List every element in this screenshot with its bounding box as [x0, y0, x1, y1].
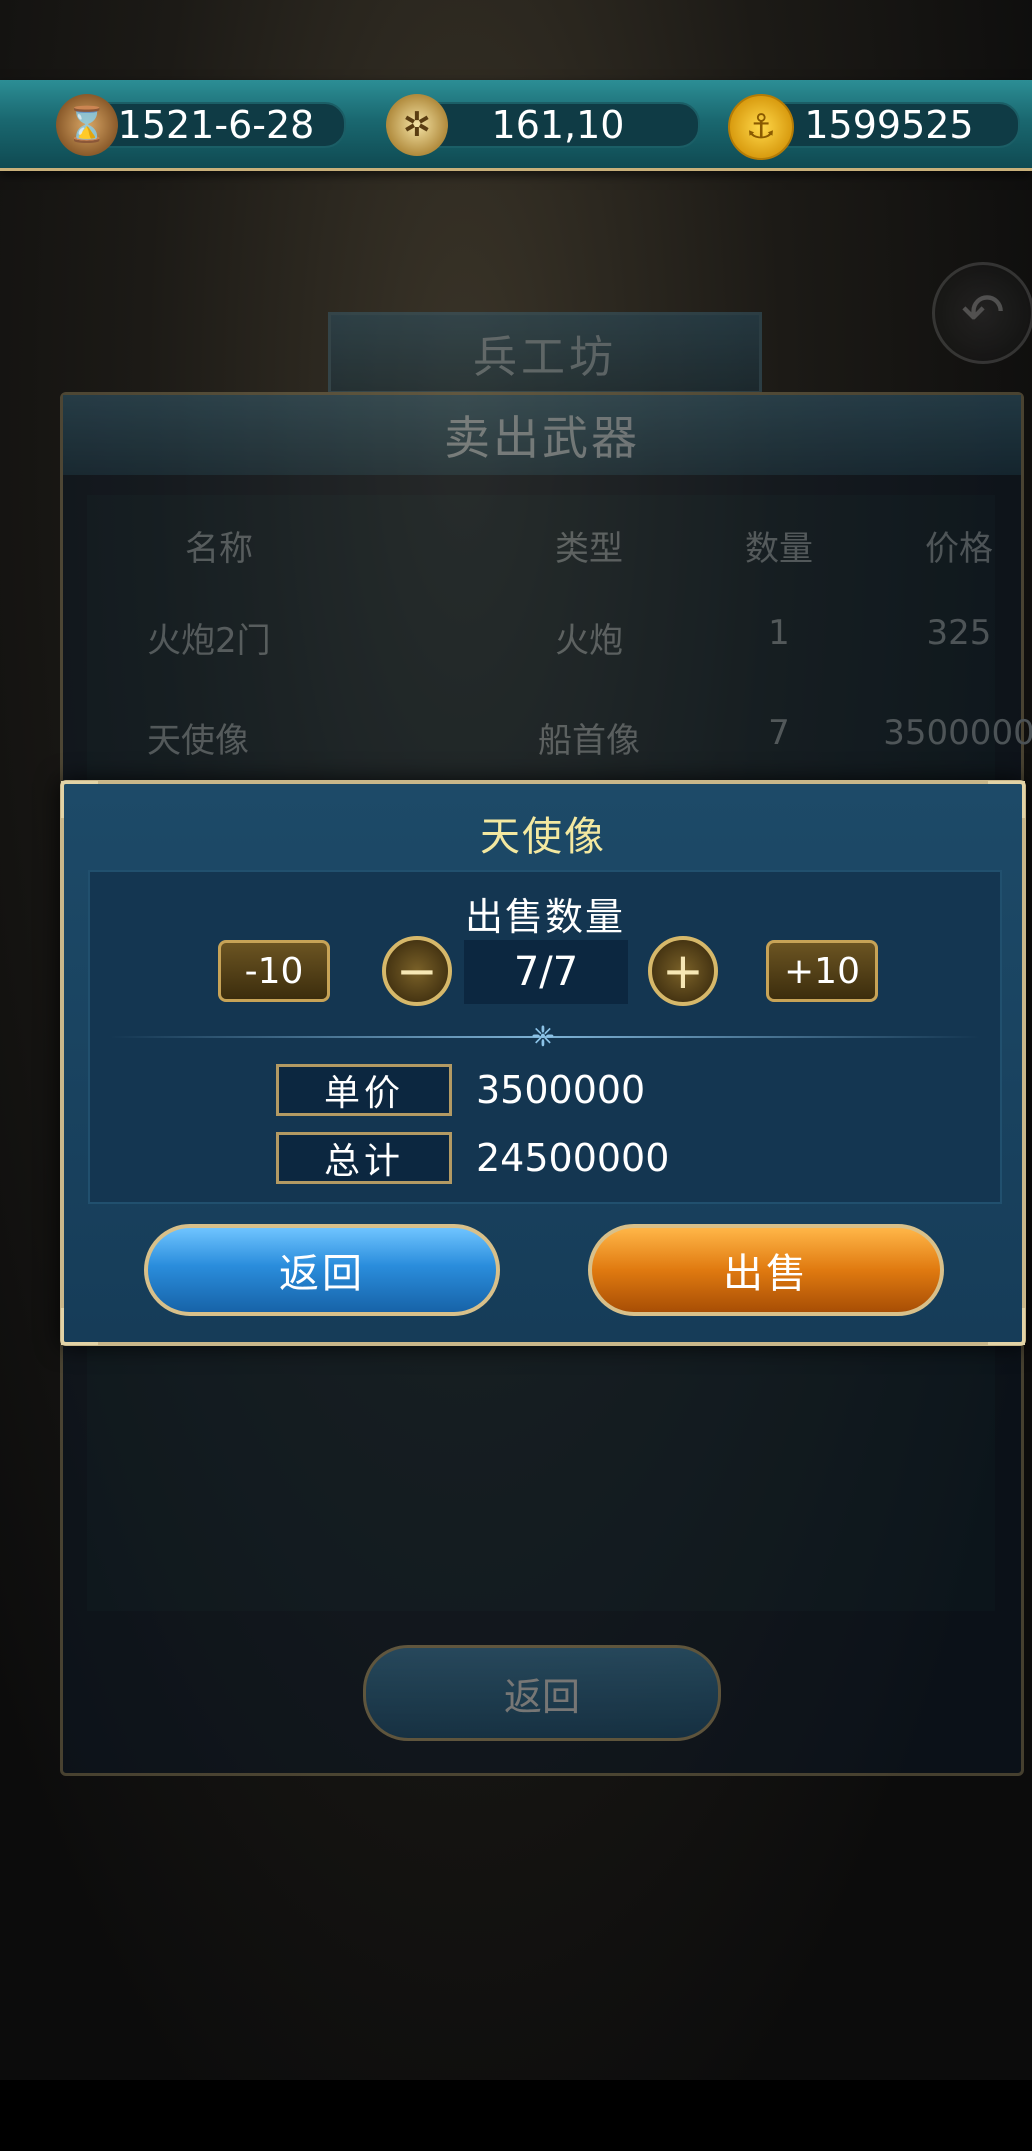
plus-icon: + [662, 942, 704, 1000]
col-qty: 数量 [745, 529, 813, 569]
coordinate-value: 161,10 [416, 102, 700, 148]
date-display: 1521-6-28 ⌛ [56, 94, 346, 156]
table-row[interactable]: 天使像 船首像 7 3500000 [87, 705, 1032, 765]
minus-button[interactable]: − [382, 936, 452, 1006]
sell-button[interactable]: 出售 [588, 1224, 944, 1316]
compass-icon: ✲ [386, 94, 448, 156]
col-type: 类型 [555, 529, 623, 569]
item-title: 天使像 [480, 814, 606, 860]
ornament-icon: ❈ [531, 1020, 555, 1053]
resource-bar: 1521-6-28 ⌛ 161,10 ✲ 1599525 ⚓ [0, 80, 1032, 171]
hourglass-icon: ⌛ [56, 94, 118, 156]
unit-price-value: 3500000 [476, 1068, 646, 1112]
workshop-tag: 兵工坊 [328, 312, 762, 394]
plus-ten-button[interactable]: +10 [766, 940, 878, 1002]
minus-ten-button[interactable]: -10 [218, 940, 330, 1002]
row-name: 火炮2门 [147, 621, 271, 661]
row-type: 船首像 [538, 721, 640, 761]
unit-price-label: 单价 [276, 1064, 452, 1116]
panel-return-button[interactable]: 返回 [363, 1645, 721, 1741]
back-arrow-icon[interactable]: ↶ [932, 262, 1032, 364]
row-name: 天使像 [147, 721, 249, 761]
total-value: 24500000 [476, 1136, 670, 1180]
system-nav-bar [0, 2080, 1032, 2151]
plus-button[interactable]: + [648, 936, 718, 1006]
corner-ornament [61, 1308, 98, 1345]
corner-ornament [988, 1308, 1025, 1345]
gold-display: 1599525 ⚓ [728, 94, 1020, 160]
row-price: 325 [926, 613, 992, 653]
sell-quantity-label: 出售数量 [464, 895, 625, 939]
minus-icon: − [396, 942, 438, 1000]
table-row[interactable]: 火炮2门 火炮 1 325 [87, 605, 995, 665]
game-scene: 1521-6-28 ⌛ 161,10 ✲ 1599525 ⚓ 兵工坊 ↶ 卖出武… [0, 0, 1032, 2080]
anchor-coin-icon: ⚓ [728, 94, 794, 160]
col-name: 名称 [185, 529, 253, 569]
col-price: 价格 [925, 529, 993, 569]
return-button[interactable]: 返回 [144, 1224, 500, 1316]
date-value: 1521-6-28 [86, 102, 346, 148]
gold-value: 1599525 [758, 102, 1020, 148]
panel-title: 卖出武器 [63, 395, 1021, 475]
sell-quantity-dialog: 天使像 出售数量 -10 − 7/7 + +10 ❈ 单价 3500000 总计… [60, 780, 1026, 1346]
row-type: 火炮 [555, 621, 623, 661]
row-price: 3500000 [883, 713, 1032, 753]
coordinate-display: 161,10 ✲ [386, 94, 700, 156]
row-qty: 7 [768, 713, 790, 753]
row-qty: 1 [768, 613, 790, 653]
quantity-display: 7/7 [464, 940, 628, 1004]
total-label: 总计 [276, 1132, 452, 1184]
quantity-section: 出售数量 -10 − 7/7 + +10 ❈ 单价 3500000 总计 245… [88, 870, 1002, 1204]
list-header: 名称 类型 数量 价格 [87, 513, 995, 573]
